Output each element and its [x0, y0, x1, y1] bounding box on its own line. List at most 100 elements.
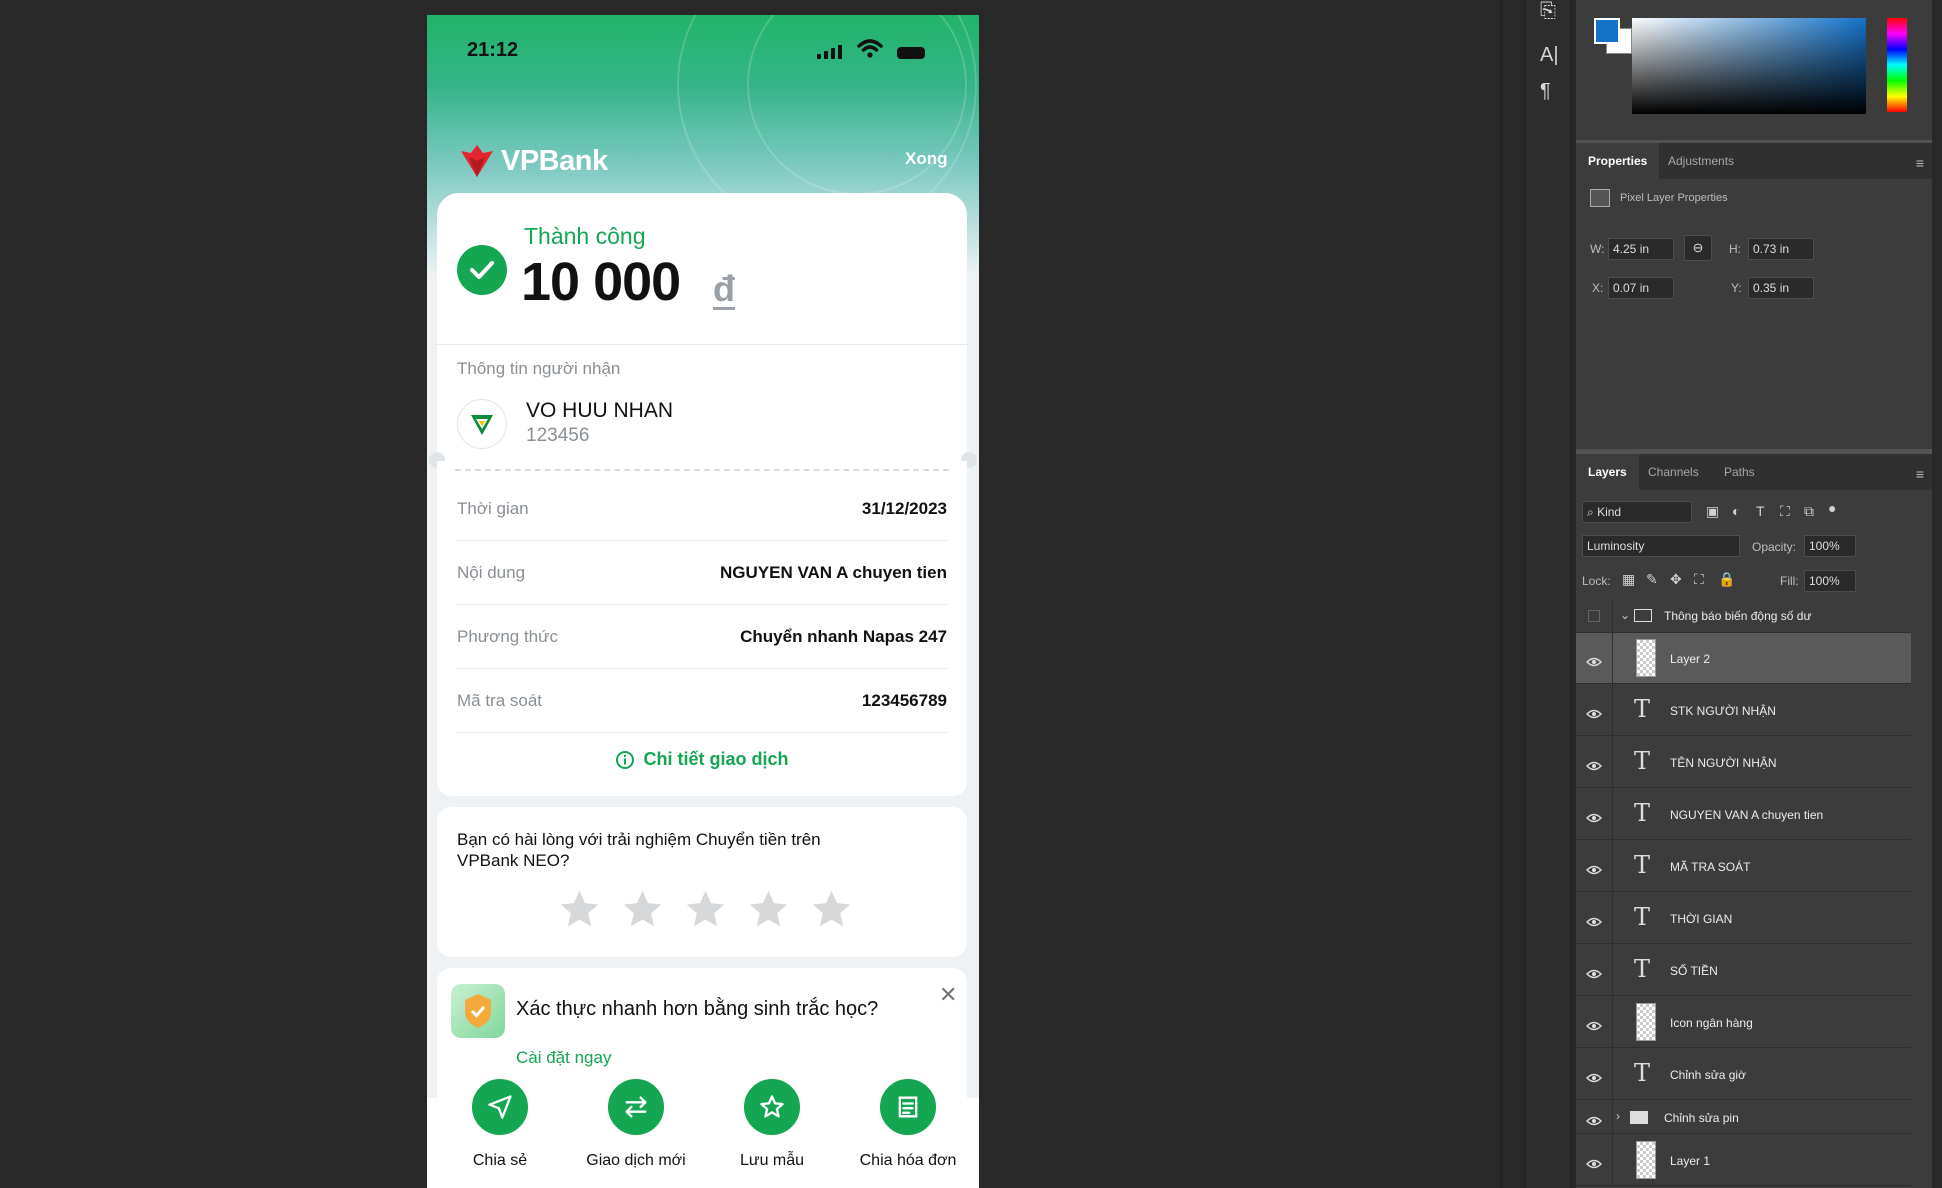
- paragraph-icon[interactable]: ¶: [1540, 80, 1551, 103]
- blend-mode-select[interactable]: Luminosity: [1582, 535, 1740, 557]
- bill-icon: [877, 1076, 939, 1138]
- height-field[interactable]: 0.73 in: [1748, 238, 1814, 260]
- layer-name: Thông báo biến động số dư: [1664, 609, 1812, 623]
- detail-value: NGUYEN VAN A chuyen tien: [719, 562, 947, 582]
- biometric-setup-link[interactable]: Cài đặt ngay: [516, 1048, 611, 1068]
- chevron-down-icon[interactable]: ⌄: [1620, 608, 1630, 622]
- layer-name: Icon ngân hàng: [1670, 1015, 1753, 1030]
- layer-thumbnail: [1636, 1141, 1656, 1179]
- dashed-separator: [455, 469, 949, 471]
- layers-tabbar: Layers Channels Paths ≡: [1576, 454, 1932, 490]
- detail-row-time: Thời gian 31/12/2023: [457, 477, 947, 541]
- transaction-details-card: Thời gian 31/12/2023 Nội dung NGUYEN VAN…: [437, 461, 967, 796]
- width-field[interactable]: 4.25 in: [1608, 238, 1674, 260]
- filter-shape-icon[interactable]: ⛶: [1780, 503, 1790, 520]
- eye-icon[interactable]: [1586, 758, 1602, 770]
- layer-name: Layer 2: [1670, 651, 1711, 666]
- filter-adjustment-icon[interactable]: ◐: [1732, 503, 1740, 519]
- opacity-field[interactable]: 100%: [1804, 535, 1856, 557]
- action-bar: Chia sẻ Giao dịch mới Lưu mẫu Chia hóa đ…: [427, 1076, 979, 1188]
- lock-artboard-icon[interactable]: ⛶: [1694, 571, 1704, 588]
- lock-position-icon[interactable]: ✥: [1670, 571, 1682, 588]
- y-label: Y:: [1731, 281, 1742, 295]
- close-icon[interactable]: ✕: [939, 982, 957, 1008]
- tab-channels[interactable]: Channels: [1636, 454, 1711, 490]
- filter-toggle-icon[interactable]: ●: [1828, 500, 1836, 516]
- done-button[interactable]: Xong: [905, 149, 948, 169]
- properties-subtitle: Pixel Layer Properties: [1620, 192, 1728, 204]
- color-field[interactable]: [1632, 18, 1866, 114]
- action-label: Chia hóa đơn: [859, 1152, 957, 1169]
- layer-row[interactable]: Icon ngân hàng: [1576, 997, 1911, 1048]
- fill-field[interactable]: 100%: [1804, 570, 1856, 592]
- chevron-right-icon[interactable]: ›: [1616, 1109, 1620, 1123]
- panel-menu-icon[interactable]: ≡: [1916, 155, 1924, 171]
- layer-row[interactable]: T THỜI GIAN: [1576, 893, 1911, 944]
- character-icon[interactable]: A|: [1540, 44, 1559, 67]
- recipient-account: 123456: [526, 425, 590, 446]
- eye-icon[interactable]: [1586, 810, 1602, 822]
- layer-row[interactable]: T Chỉnh sửa giờ: [1576, 1049, 1911, 1100]
- tab-paths[interactable]: Paths: [1712, 454, 1767, 490]
- layer-thumbnail: [1636, 1003, 1656, 1041]
- signal-icon: [817, 45, 842, 59]
- lock-image-icon[interactable]: ✎: [1646, 571, 1658, 588]
- layer-row[interactable]: T STK NGƯỜI NHẬN: [1576, 685, 1911, 736]
- filter-pixel-icon[interactable]: ▣: [1706, 503, 1719, 520]
- layer-row[interactable]: Layer 2: [1576, 633, 1911, 684]
- rating-star-2[interactable]: [620, 887, 665, 932]
- eye-icon[interactable]: [1586, 1156, 1602, 1168]
- folder-icon: [1634, 609, 1652, 622]
- filter-smart-object-icon[interactable]: ⧉: [1804, 503, 1814, 520]
- eye-icon[interactable]: [1586, 966, 1602, 978]
- eye-icon[interactable]: [1586, 654, 1602, 666]
- tab-adjustments[interactable]: Adjustments: [1656, 143, 1746, 179]
- detail-value: 123456789: [861, 690, 947, 710]
- lock-all-icon[interactable]: 🔒: [1718, 571, 1735, 588]
- filter-type-icon[interactable]: T: [1756, 503, 1765, 519]
- layer-name: MÃ TRA SOÁT: [1670, 859, 1751, 874]
- save-template-button[interactable]: Lưu mẫu: [707, 1076, 837, 1170]
- rating-star-1[interactable]: [557, 887, 602, 932]
- tab-layers[interactable]: Layers: [1576, 454, 1639, 490]
- layer-name: SỐ TIỀN: [1670, 963, 1718, 978]
- eye-icon[interactable]: [1586, 1113, 1602, 1125]
- layer-row[interactable]: T TÊN NGƯỜI NHẬN: [1576, 737, 1911, 788]
- y-field[interactable]: 0.35 in: [1748, 277, 1814, 299]
- eye-icon[interactable]: [1586, 706, 1602, 718]
- rating-star-4[interactable]: [746, 887, 791, 932]
- layer-row[interactable]: T NGUYEN VAN A chuyen tien: [1576, 789, 1911, 840]
- visibility-toggle[interactable]: [1588, 610, 1600, 622]
- tab-properties[interactable]: Properties: [1576, 143, 1660, 179]
- x-field[interactable]: 0.07 in: [1608, 277, 1674, 299]
- foreground-color-swatch[interactable]: [1594, 18, 1620, 44]
- eye-icon[interactable]: [1586, 914, 1602, 926]
- layer-row[interactable]: T SỐ TIỀN: [1576, 945, 1911, 996]
- layer-name: Layer 1: [1670, 1153, 1711, 1168]
- layer-filter-select[interactable]: ⌕ Kind: [1582, 501, 1692, 523]
- history-icon[interactable]: ⎘: [1540, 0, 1556, 23]
- split-bill-button[interactable]: Chia hóa đơn: [843, 1076, 973, 1170]
- eye-icon[interactable]: [1586, 862, 1602, 874]
- panel-menu-icon[interactable]: ≡: [1916, 466, 1924, 482]
- new-transaction-button[interactable]: Giao dịch mới: [571, 1076, 701, 1170]
- type-layer-icon: T: [1634, 1059, 1651, 1087]
- vpbank-logo: VPBank: [457, 143, 608, 179]
- send-icon: [469, 1076, 531, 1138]
- rating-star-5[interactable]: [809, 887, 854, 932]
- layer-row[interactable]: › Chỉnh sửa pin: [1576, 1101, 1911, 1134]
- link-icon[interactable]: ⊖: [1684, 235, 1712, 261]
- layer-row[interactable]: T MÃ TRA SOÁT: [1576, 841, 1911, 892]
- recipient-section-title: Thông tin người nhận: [457, 359, 621, 378]
- eye-icon[interactable]: [1586, 1070, 1602, 1082]
- layer-row[interactable]: Layer 1: [1576, 1135, 1911, 1186]
- hue-slider[interactable]: [1887, 18, 1907, 112]
- layer-group-row[interactable]: ⌄ Thông báo biến động số dư: [1576, 600, 1911, 633]
- rating-star-3[interactable]: [683, 887, 728, 932]
- transaction-detail-link[interactable]: Chi tiết giao dịch: [437, 749, 967, 770]
- panel-divider: [1501, 0, 1502, 1188]
- eye-icon[interactable]: [1586, 1018, 1602, 1030]
- lock-transparency-icon[interactable]: ▦: [1622, 571, 1635, 588]
- share-button[interactable]: Chia sẻ: [435, 1076, 565, 1170]
- phone-canvas: 21:12 VPBank Xong Thành công 10 000 đ Th…: [427, 15, 979, 1188]
